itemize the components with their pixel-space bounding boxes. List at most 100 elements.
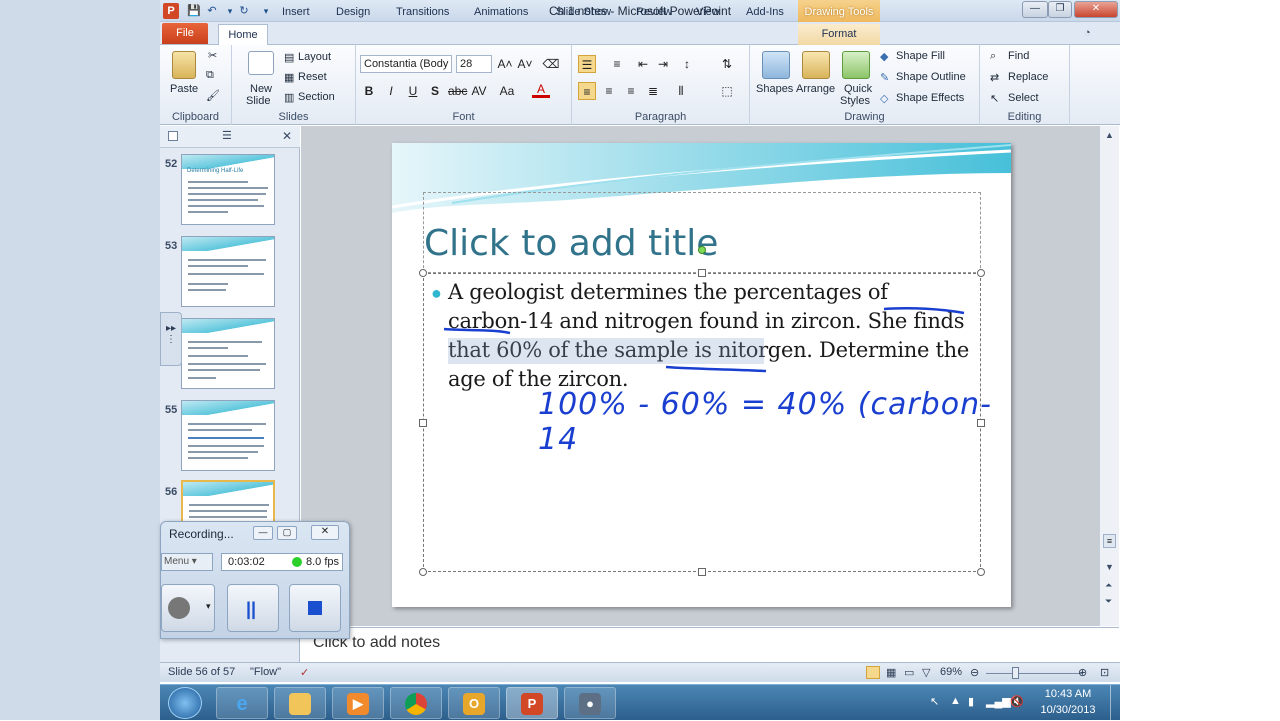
recorder-close-button[interactable]: ✕: [311, 525, 339, 540]
tab-format[interactable]: Format: [798, 24, 880, 45]
title-placeholder[interactable]: Click to add title: [424, 223, 718, 264]
character-spacing-icon[interactable]: AV: [470, 82, 488, 100]
reset-button[interactable]: Reset: [298, 71, 327, 83]
outlook-taskbar-button[interactable]: O: [448, 687, 500, 719]
resize-handle[interactable]: [698, 568, 706, 576]
customize-toolbar-icon[interactable]: ▾: [258, 3, 274, 19]
bullets-icon[interactable]: ☰: [578, 55, 596, 73]
tab-add-ins[interactable]: Add-Ins: [742, 3, 788, 23]
select-button[interactable]: Select: [1008, 92, 1039, 104]
outline-tab-icon[interactable]: ☰: [222, 129, 232, 142]
shape-effects-button[interactable]: Shape Effects: [896, 92, 964, 104]
minimize-button[interactable]: —: [1022, 1, 1048, 18]
numbering-icon[interactable]: ≡: [608, 55, 626, 73]
help-icon[interactable]: ◔: [1084, 27, 1091, 39]
line-spacing-icon[interactable]: ↕: [678, 55, 696, 73]
fit-to-window-icon[interactable]: ⊡: [1100, 666, 1109, 679]
redo-icon[interactable]: ↻: [236, 3, 252, 19]
reading-view-icon[interactable]: ▭: [904, 666, 914, 679]
tab-insert[interactable]: Insert: [278, 3, 314, 23]
stop-button[interactable]: [289, 584, 341, 632]
record-dropdown-icon[interactable]: ▾: [206, 601, 211, 612]
decrease-indent-icon[interactable]: ⇤: [634, 55, 652, 73]
new-slide-icon[interactable]: [248, 51, 274, 75]
slideshow-icon[interactable]: ▽: [922, 666, 930, 679]
scroll-down-icon[interactable]: ▼: [1105, 562, 1114, 572]
paste-icon[interactable]: [172, 51, 196, 79]
justify-icon[interactable]: ≣: [644, 82, 662, 100]
columns-icon[interactable]: ⫴: [672, 82, 690, 100]
italic-icon[interactable]: I: [382, 82, 400, 100]
recording-widget[interactable]: Recording... — ▢ ✕ Menu ▾ 0:03:02 8.0 fp…: [160, 521, 350, 639]
previous-slide-icon[interactable]: ⏶: [1105, 580, 1112, 591]
chrome-taskbar-button[interactable]: [390, 687, 442, 719]
new-slide-label-1[interactable]: New: [250, 83, 272, 95]
vertical-scrollbar[interactable]: ▲ ≡ ▼ ⏶ ⏷: [1099, 126, 1119, 626]
zoom-level[interactable]: 69%: [940, 666, 962, 678]
clock-date[interactable]: 10/30/2013: [1028, 704, 1108, 716]
resize-handle[interactable]: [419, 269, 427, 277]
explorer-taskbar-button[interactable]: [274, 687, 326, 719]
zoom-slider-thumb[interactable]: [1012, 667, 1019, 679]
start-button-icon[interactable]: [168, 687, 202, 719]
record-button[interactable]: ▾: [161, 584, 215, 632]
powerpoint-taskbar-button[interactable]: P: [506, 687, 558, 719]
slide-thumbnail[interactable]: [181, 318, 275, 389]
current-slide[interactable]: Click to add title ● A geologist determi…: [392, 143, 1011, 607]
resize-handle[interactable]: [977, 419, 985, 427]
text-direction-icon[interactable]: ⇅: [718, 55, 736, 73]
zoom-slider-track[interactable]: [986, 673, 1082, 674]
zoom-in-icon[interactable]: ⊕: [1078, 666, 1087, 679]
quick-styles-label-2[interactable]: Styles: [840, 95, 870, 107]
increase-indent-icon[interactable]: ⇥: [654, 55, 672, 73]
tab-view[interactable]: View: [692, 3, 724, 23]
align-right-icon[interactable]: ≡: [622, 82, 640, 100]
media-player-taskbar-button[interactable]: ▶: [332, 687, 384, 719]
align-center-icon[interactable]: ≡: [600, 82, 618, 100]
copy-icon[interactable]: ⧉: [206, 69, 214, 82]
shrink-font-icon[interactable]: A˅: [516, 55, 534, 73]
tab-file[interactable]: File: [162, 23, 208, 44]
recorder-minimize-button[interactable]: —: [253, 526, 273, 540]
slide-sorter-icon[interactable]: ▦: [886, 666, 896, 679]
format-painter-icon[interactable]: 🖌: [206, 89, 220, 102]
shape-outline-button[interactable]: Shape Outline: [896, 71, 966, 83]
tab-transitions[interactable]: Transitions: [392, 3, 453, 23]
quick-styles-label-1[interactable]: Quick: [844, 83, 872, 95]
rotation-handle[interactable]: [698, 246, 706, 254]
next-slide-icon[interactable]: ⏷: [1105, 596, 1112, 607]
slide-thumbnail[interactable]: [181, 236, 275, 307]
resize-handle[interactable]: [419, 419, 427, 427]
close-button[interactable]: ✕: [1074, 1, 1118, 18]
shapes-button[interactable]: Shapes: [756, 83, 793, 95]
recorder-taskbar-button[interactable]: ●: [564, 687, 616, 719]
cut-icon[interactable]: ✂: [208, 49, 217, 62]
tab-animations[interactable]: Animations: [470, 3, 532, 23]
font-name-combo[interactable]: Constantia (Body: [360, 55, 452, 73]
battery-icon[interactable]: ▮: [968, 695, 974, 708]
layout-button[interactable]: Layout: [298, 51, 331, 63]
font-size-combo[interactable]: 28: [456, 55, 492, 73]
normal-view-icon[interactable]: [866, 666, 880, 679]
save-icon[interactable]: 💾: [186, 3, 202, 19]
tab-home[interactable]: Home: [218, 24, 268, 45]
recorder-menu-dropdown[interactable]: Menu ▾: [161, 553, 213, 571]
network-icon[interactable]: ▂▄▆: [986, 695, 1011, 708]
shadow-icon[interactable]: S: [426, 82, 444, 100]
align-left-icon[interactable]: ≡: [578, 82, 596, 100]
slide-thumbnail[interactable]: Determining Half-Life: [181, 154, 275, 225]
resize-handle[interactable]: [698, 269, 706, 277]
new-slide-label-2[interactable]: Slide: [246, 95, 270, 107]
bold-icon[interactable]: B: [360, 82, 378, 100]
scroll-up-icon[interactable]: ▲: [1105, 130, 1114, 140]
body-text[interactable]: A geologist determines the percentages o…: [448, 278, 970, 394]
slides-tab-icon[interactable]: [168, 131, 178, 141]
quick-styles-icon[interactable]: [842, 51, 870, 79]
undo-icon[interactable]: ↶: [204, 3, 220, 19]
tab-design[interactable]: Design: [332, 3, 374, 23]
resize-handle[interactable]: [419, 568, 427, 576]
slide-thumbnail[interactable]: [181, 400, 275, 471]
show-desktop-button[interactable]: [1110, 685, 1120, 721]
clear-formatting-icon[interactable]: ⌫: [542, 55, 560, 73]
volume-muted-icon[interactable]: 🔇: [1010, 695, 1024, 708]
